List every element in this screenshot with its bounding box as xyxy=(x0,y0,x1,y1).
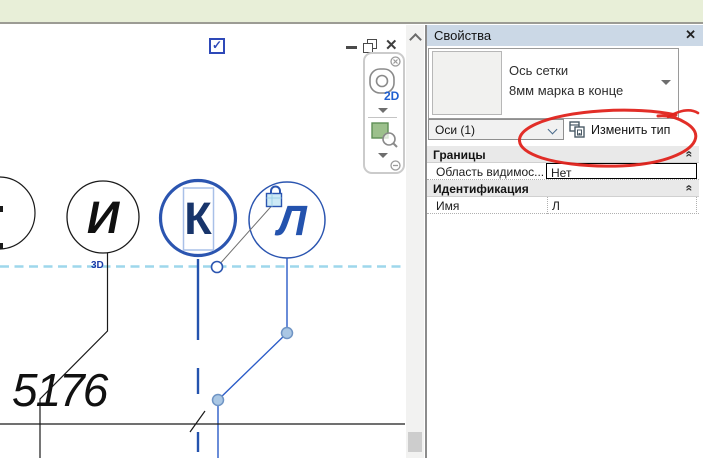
property-label: Область видимос... xyxy=(436,165,545,179)
wheel-2d-label: 2D xyxy=(384,89,400,103)
chevron-down-icon xyxy=(547,124,558,135)
property-value-input[interactable]: Нет xyxy=(546,163,697,180)
properties-grid: Границы « Область видимос... Нет Идентиф… xyxy=(427,146,699,214)
section-header-boundaries[interactable]: Границы « xyxy=(427,146,699,163)
type-type-name: 8мм марка в конце xyxy=(509,83,624,98)
selection-filter-combo[interactable]: Оси (1) xyxy=(428,119,564,140)
type-preview-image xyxy=(432,51,502,115)
wheel-dropdown-icon[interactable] xyxy=(378,108,388,113)
collapse-icon[interactable]: « xyxy=(683,151,697,158)
navbar-close-icon[interactable] xyxy=(390,56,401,67)
navbar-collapse-icon[interactable] xyxy=(390,160,401,171)
minimize-icon[interactable] xyxy=(346,46,357,49)
drawing-canvas[interactable]: 3D 5176 И К Л xyxy=(0,24,406,458)
checkmark-icon: ✓ xyxy=(211,38,223,52)
elbow-grip-open[interactable] xyxy=(210,260,224,274)
grid-letter-fragment xyxy=(0,206,3,212)
type-selector-dropdown-icon[interactable] xyxy=(661,80,671,85)
edit-type-icon xyxy=(569,121,585,138)
scrollbar-thumb[interactable] xyxy=(408,432,422,452)
collapse-icon[interactable]: « xyxy=(683,185,697,192)
type-family-name: Ось сетки xyxy=(509,63,569,78)
grid-drag-grip[interactable] xyxy=(211,393,225,407)
property-label: Имя xyxy=(436,199,460,213)
properties-header[interactable]: Свойства ✕ xyxy=(427,25,703,46)
grid-line-i[interactable] xyxy=(39,253,109,458)
type-selector[interactable]: Ось сетки 8мм марка в конце xyxy=(428,48,679,119)
steering-wheel-2d-icon[interactable]: 2D xyxy=(368,67,400,105)
grid-letter-fragment xyxy=(0,243,3,249)
dimension-tick xyxy=(189,410,206,433)
zoom-dropdown-icon[interactable] xyxy=(378,153,388,158)
canvas-checkbox[interactable]: ✓ xyxy=(209,38,225,54)
property-row-visibility-scope[interactable]: Область видимос... Нет xyxy=(427,163,699,180)
properties-close-icon[interactable]: ✕ xyxy=(685,27,696,43)
extent-3d-label[interactable]: 3D xyxy=(91,260,104,271)
property-row-name[interactable]: Имя Л xyxy=(427,197,699,214)
navigation-bar[interactable]: 2D xyxy=(363,52,405,174)
grid-bubble-i-label: И xyxy=(87,192,121,243)
vertical-scrollbar[interactable] xyxy=(406,25,424,458)
edit-type-button[interactable]: Изменить тип xyxy=(566,119,700,140)
properties-panel: Свойства ✕ Ось сетки 8мм марка в конце О… xyxy=(427,25,703,458)
section-header-identity[interactable]: Идентификация « xyxy=(427,180,699,197)
grid-bubble-partial[interactable] xyxy=(0,176,36,250)
zoom-region-icon[interactable] xyxy=(371,122,399,150)
grid-drag-grip[interactable] xyxy=(280,326,294,340)
property-value-input[interactable]: Л xyxy=(547,197,697,214)
canvas-drawing: 3D 5176 И К Л xyxy=(0,176,405,458)
restore-icon[interactable] xyxy=(363,39,378,53)
selection-filter-label: Оси (1) xyxy=(435,123,476,137)
navbar-separator xyxy=(368,117,397,118)
dimension-text[interactable]: 5176 xyxy=(12,364,111,416)
grid-bubble-k-label[interactable]: К xyxy=(184,193,212,244)
ribbon-band xyxy=(0,0,703,22)
properties-title: Свойства xyxy=(434,28,492,43)
edit-type-label: Изменить тип xyxy=(591,122,671,137)
grid-line-l[interactable] xyxy=(217,258,288,458)
